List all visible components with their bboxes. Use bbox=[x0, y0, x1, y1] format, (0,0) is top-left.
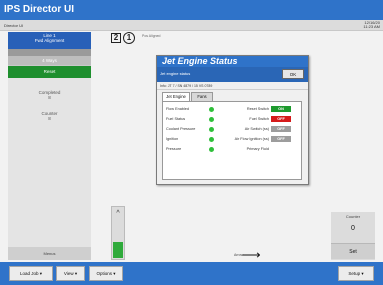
dialog-info: Info: JT 7 / SN 4879 / 15 VS 0789 bbox=[160, 84, 213, 88]
line-info[interactable]: Line 1 Fwd Alignment bbox=[8, 32, 91, 49]
row-label: Coolant Pressure bbox=[166, 127, 196, 131]
status-dot-icon bbox=[209, 137, 214, 142]
counter-block: Counter 8 bbox=[8, 111, 91, 121]
menu-text: Director UI bbox=[4, 23, 24, 28]
reset-button[interactable]: Reset bbox=[8, 66, 91, 78]
dialog-title: Jet Engine Status bbox=[157, 56, 308, 67]
ok-button[interactable]: OK bbox=[282, 69, 304, 79]
dialog-toolbar: Jet engine status OK bbox=[157, 67, 308, 82]
row-right-label: Air Switch (ss) bbox=[244, 127, 269, 131]
set-button[interactable]: Set bbox=[331, 243, 375, 259]
square-station-icon[interactable]: 2 bbox=[111, 33, 121, 43]
left-panel: Line 1 Fwd Alignment 4 Ways Reset Comple… bbox=[8, 32, 91, 260]
row-label: Flow Enabled bbox=[166, 107, 190, 111]
setup-button[interactable]: Setup ▾ bbox=[338, 266, 374, 281]
direction-arrow[interactable]: Arrow ⟶ bbox=[234, 247, 274, 262]
dialog-divider bbox=[157, 89, 308, 90]
status-row: Coolant Pressure Air Switch (ss) OFF bbox=[163, 125, 301, 134]
clock: 12/16/20 11:23 AM bbox=[363, 21, 380, 29]
level-fill bbox=[113, 242, 123, 258]
status-row: Fuel Status Fuel Switch OFF bbox=[163, 115, 301, 124]
level-slider[interactable]: ^ bbox=[111, 206, 125, 260]
engine-status-dialog: Jet Engine Status Jet engine status OK I… bbox=[156, 55, 309, 185]
load-job-button[interactable]: Load Job ▾ bbox=[9, 266, 53, 281]
switch-toggle[interactable]: OFF bbox=[271, 136, 291, 142]
ways-label[interactable]: 4 Ways bbox=[8, 56, 91, 65]
switch-toggle[interactable]: ON bbox=[271, 106, 291, 112]
bottom-toolbar: Load Job ▾ View ▾ Options ▾ Setup ▾ bbox=[0, 262, 383, 285]
status-row: Pressure Primary Fluid bbox=[163, 145, 301, 154]
row-label: Fuel Status bbox=[166, 117, 186, 121]
alignment-label: Fwd Alignment bbox=[34, 38, 65, 43]
status-dot-icon bbox=[209, 127, 214, 132]
row-right-label: Reset Switch bbox=[246, 107, 269, 111]
view-button[interactable]: View ▾ bbox=[56, 266, 85, 281]
arrow-right-icon: ⟶ bbox=[242, 247, 261, 262]
switch-toggle[interactable]: OFF bbox=[271, 126, 291, 132]
options-button[interactable]: Options ▾ bbox=[89, 266, 123, 281]
station-status: Pos Aligned bbox=[142, 34, 161, 38]
left-divider-block bbox=[8, 49, 91, 56]
counter-panel: Counter 0 Set bbox=[331, 212, 375, 260]
chevron-up-icon[interactable]: ^ bbox=[114, 210, 122, 217]
menu-bar: Director UI 12/16/20 11:23 AM bbox=[0, 20, 383, 31]
circle-station-icon[interactable]: 1 bbox=[123, 32, 135, 44]
counter-value: 8 bbox=[48, 116, 51, 121]
menus-button[interactable]: Menus bbox=[8, 247, 91, 260]
row-right-label: Air Flow Ignition (ss) bbox=[234, 137, 269, 141]
tab-panel: Flow Enabled Reset Switch ON Fuel Status… bbox=[162, 101, 302, 180]
row-label: Pressure bbox=[166, 147, 182, 151]
station-icons: 2 1 bbox=[111, 31, 137, 44]
status-row: Ignition Air Flow Ignition (ss) OFF bbox=[163, 135, 301, 144]
clock-time: 11:23 AM bbox=[363, 24, 380, 29]
row-label: Ignition bbox=[166, 137, 179, 141]
switch-toggle[interactable]: OFF bbox=[271, 116, 291, 122]
counter-panel-label: Counter bbox=[345, 214, 361, 219]
counter-panel-value: 0 bbox=[351, 225, 355, 232]
row-right-label: Fuel Switch bbox=[249, 117, 269, 121]
status-dot-icon bbox=[209, 147, 214, 152]
status-dot-icon bbox=[209, 117, 214, 122]
status-dot-icon bbox=[209, 107, 214, 112]
app-window: IPS Director UI Director UI 12/16/20 11:… bbox=[0, 0, 383, 285]
window-title: IPS Director UI bbox=[0, 0, 383, 20]
completed-block: Completed 8 bbox=[8, 90, 91, 100]
completed-value: 8 bbox=[48, 95, 51, 100]
dialog-sub-label: Jet engine status bbox=[160, 71, 191, 76]
row-right-label: Primary Fluid bbox=[246, 147, 269, 151]
status-row: Flow Enabled Reset Switch ON bbox=[163, 105, 301, 114]
